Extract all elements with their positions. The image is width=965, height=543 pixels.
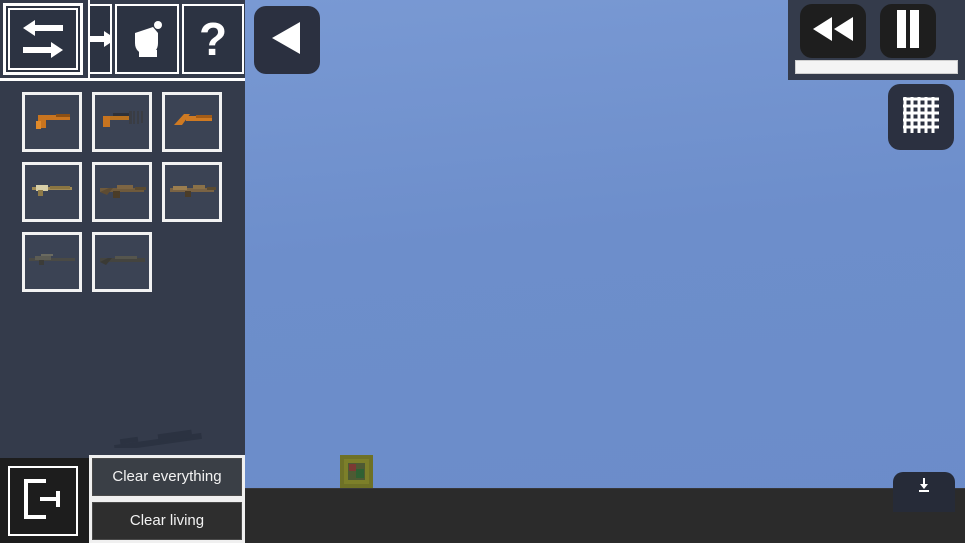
swap-arrows-icon [19,18,67,60]
weapon-item-grid [0,92,245,292]
toolbar-divider [0,78,245,81]
help-tool-button[interactable]: ? [182,4,244,74]
toolbar-vertical-divider [88,0,90,78]
grid-icon [901,95,941,140]
exit-door-icon [20,477,66,526]
assault-rifle-icon [97,180,147,205]
item-slot-assault-rifle[interactable] [92,162,152,222]
spawn-tool-button[interactable] [115,4,179,74]
rewind-button[interactable] [800,4,866,58]
preview-weapon [112,428,208,452]
item-slot-machine-pistol[interactable] [92,92,152,152]
download-icon [918,478,930,497]
sawed-off-icon [170,109,214,136]
item-slot-smg[interactable] [22,162,82,222]
crate-marker-green [356,469,364,478]
question-mark-icon: ? [196,16,230,62]
clear-everything-button[interactable]: Clear everything [92,458,242,496]
sidebar-toolbar: ? [0,0,245,81]
item-slot-sniper-rifle[interactable] [22,232,82,292]
back-button[interactable] [254,6,320,74]
spawn-pot-icon [125,17,169,61]
smg-icon [28,181,76,204]
item-slot-battle-rifle[interactable] [162,162,222,222]
triangle-left-icon [270,20,304,61]
item-slot-sawed-off[interactable] [162,92,222,152]
shotgun-icon [97,252,147,273]
rewind-icon [811,16,855,47]
pause-button[interactable] [880,4,936,58]
swap-tool-button[interactable] [3,3,83,75]
exit-button[interactable] [8,466,78,536]
item-slot-shotgun[interactable] [92,232,152,292]
arrow-right-icon [90,27,110,51]
crate-marker-red [349,464,356,471]
item-slot-pistol[interactable] [22,92,82,152]
grid-snap-button[interactable] [888,84,954,150]
clear-menu: Clear everything Clear living [89,455,245,543]
timeline-slider[interactable] [795,60,958,74]
sniper-rifle-icon [27,252,77,273]
svg-text:?: ? [199,16,227,62]
machine-pistol-icon [99,108,145,137]
next-tool-button[interactable] [88,4,112,74]
pause-icon [894,9,922,54]
pistol-icon [30,109,74,136]
crate-object[interactable] [340,455,373,488]
playback-controls [788,0,965,80]
battle-rifle-icon [167,180,217,205]
clear-living-button[interactable]: Clear living [92,502,242,540]
download-button[interactable] [893,472,955,512]
